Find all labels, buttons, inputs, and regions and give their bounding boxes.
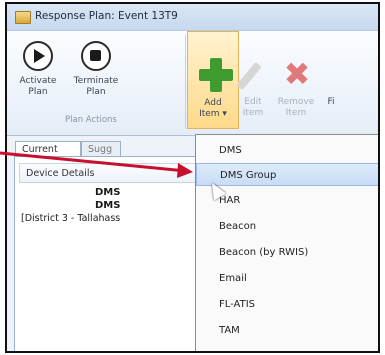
menu-item-dms[interactable]: DMS bbox=[196, 139, 378, 162]
pencil-icon bbox=[236, 61, 262, 91]
menu-item-tam[interactable]: TAM bbox=[196, 319, 378, 342]
remove-x-icon: ✖ bbox=[283, 55, 311, 93]
title-bar: Response Plan: Event 13T9 bbox=[7, 4, 378, 31]
add-plus-icon bbox=[199, 58, 233, 92]
terminate-plan-label: Terminate Plan bbox=[73, 76, 119, 97]
add-item-label: Add Item ▾ bbox=[199, 98, 227, 119]
window-title: Response Plan: Event 13T9 bbox=[35, 10, 178, 22]
folder-icon bbox=[15, 11, 31, 24]
ribbon: Activate Plan Terminate Plan Plan Action… bbox=[7, 31, 378, 136]
menu-item-beacon[interactable]: Beacon bbox=[196, 215, 378, 238]
menu-item-beacon-rwis[interactable]: Beacon (by RWIS) bbox=[196, 241, 378, 264]
terminate-plan-button[interactable]: Terminate Plan bbox=[65, 41, 127, 98]
stop-icon bbox=[81, 41, 111, 71]
add-item-dropdown-menu: DMS DMS Group HAR Beacon Beacon (by RWIS… bbox=[195, 134, 378, 351]
device-details-panel: Device Details DMS DMS [District 3 - Tal… bbox=[14, 156, 216, 351]
application-window: Response Plan: Event 13T9 Activate Plan … bbox=[5, 2, 380, 353]
device-type-line-2: DMS bbox=[95, 200, 121, 211]
plan-actions-group-label: Plan Actions bbox=[65, 115, 117, 125]
activate-plan-button[interactable]: Activate Plan bbox=[13, 41, 63, 98]
tab-suggested[interactable]: Sugg bbox=[81, 141, 121, 157]
device-details-header: Device Details bbox=[19, 163, 211, 183]
remove-item-button[interactable]: Remove Item bbox=[273, 97, 319, 119]
play-icon bbox=[23, 41, 53, 71]
overflow-button[interactable]: Fi bbox=[321, 97, 341, 108]
activate-plan-label: Activate Plan bbox=[19, 76, 57, 97]
menu-item-dms-group[interactable]: DMS Group bbox=[196, 163, 378, 186]
menu-item-email[interactable]: Email bbox=[196, 267, 378, 290]
device-location: [District 3 - Tallahass bbox=[21, 213, 121, 224]
menu-item-fl-atis[interactable]: FL-ATIS bbox=[196, 293, 378, 316]
edit-item-button[interactable]: Edit Item bbox=[235, 97, 271, 119]
ribbon-separator bbox=[185, 35, 186, 129]
tab-current-plan[interactable]: Current Plan bbox=[15, 141, 81, 166]
device-type-line-1: DMS bbox=[95, 187, 121, 198]
